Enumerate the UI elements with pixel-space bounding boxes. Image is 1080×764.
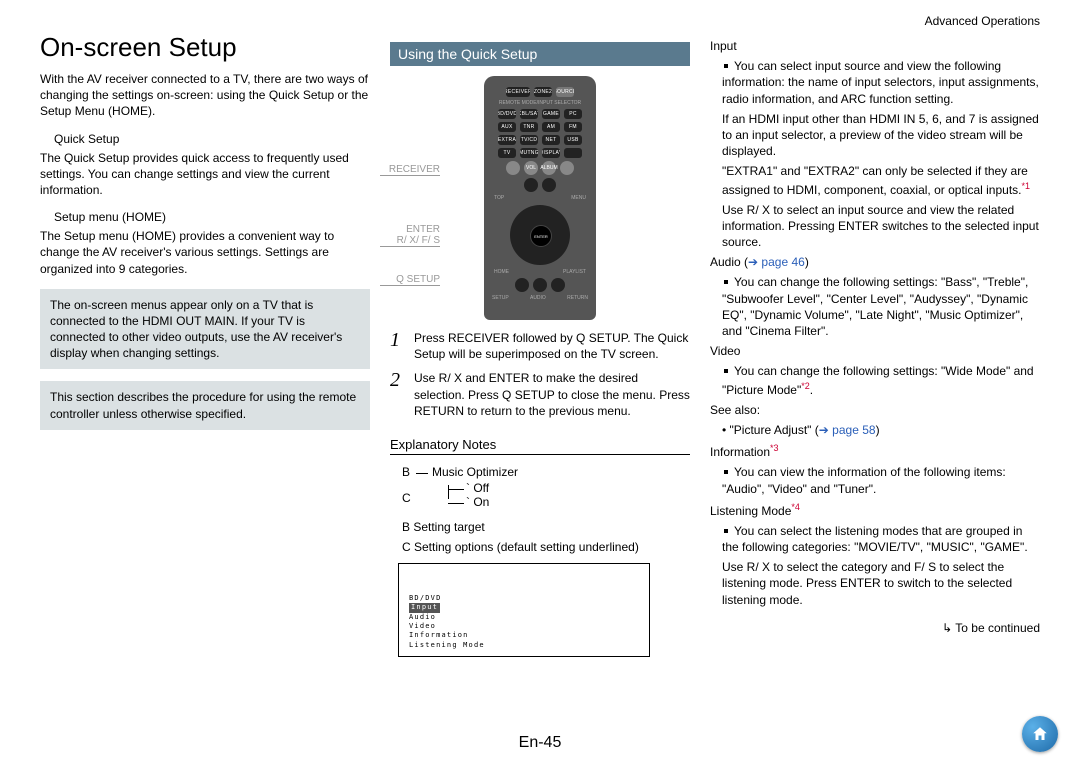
- osd-line-4: Video: [409, 622, 485, 631]
- step-1-number: 1: [390, 330, 406, 362]
- divider: [390, 454, 690, 455]
- audio-heading: Audio (➔ page 46): [710, 254, 1040, 270]
- remote-label-enter: ENTER R/ X/ F/ S: [380, 224, 440, 247]
- osd-line-3: Audio: [409, 613, 485, 622]
- column-left: On-screen Setup With the AV receiver con…: [40, 10, 370, 657]
- input-p4: Use R/ X to select an input source and v…: [722, 202, 1040, 251]
- example-line-b: Music Optimizer: [402, 465, 690, 479]
- setup-menu-body: The Setup menu (HOME) provides a conveni…: [40, 228, 370, 277]
- quick-setup-body: The Quick Setup provides quick access to…: [40, 150, 370, 199]
- quick-setup-banner: Using the Quick Setup: [390, 42, 690, 66]
- remote-illustration: RECEIVER ENTER R/ X/ F/ S Q SETUP RECEIV…: [450, 76, 630, 320]
- home-button[interactable]: [1022, 716, 1058, 752]
- osd-line-5: Information: [409, 631, 485, 640]
- page-title: On-screen Setup: [40, 32, 370, 63]
- step-1: 1 Press RECEIVER followed by Q SETUP. Th…: [390, 330, 690, 362]
- step-2: 2 Use R/ X and ENTER to make the desired…: [390, 370, 690, 419]
- to-be-continued: ↳ To be continued: [710, 620, 1040, 636]
- step-2-number: 2: [390, 370, 406, 419]
- remote-label-qsetup: Q SETUP: [380, 274, 440, 286]
- column-right: Input You can select input source and vi…: [710, 10, 1040, 657]
- osd-line-6: Listening Mode: [409, 641, 485, 650]
- osd-line-1: BD/DVD: [409, 594, 485, 603]
- legend-c: C Setting options (default setting under…: [402, 539, 690, 555]
- input-p1: You can select input source and view the…: [722, 58, 1040, 107]
- explanatory-notes-title: Explanatory Notes: [390, 437, 690, 452]
- note-box-2: This section describes the procedure for…: [40, 381, 370, 429]
- home-icon: [1031, 725, 1049, 743]
- setup-menu-heading: Setup menu (HOME): [54, 210, 370, 224]
- note-box-1: The on-screen menus appear only on a TV …: [40, 289, 370, 370]
- page-content: On-screen Setup With the AV receiver con…: [0, 0, 1080, 667]
- column-middle: Using the Quick Setup RECEIVER ENTER R/ …: [390, 10, 690, 657]
- audio-p1: You can change the following settings: "…: [722, 274, 1040, 339]
- video-heading: Video: [710, 343, 1040, 359]
- option-on: ` On: [464, 495, 690, 509]
- input-p3: "EXTRA1" and "EXTRA2" can only be select…: [722, 163, 1040, 197]
- input-p2: If an HDMI input other than HDMI IN 5, 6…: [722, 111, 1040, 160]
- input-heading: Input: [710, 38, 1040, 54]
- setting-example: Music Optimizer ` Off ` On: [402, 465, 690, 509]
- see-also: See also:: [710, 402, 1040, 418]
- option-off: ` Off: [464, 481, 690, 495]
- step-1-body: Press RECEIVER followed by Q SETUP. The …: [414, 330, 690, 362]
- remote-body: RECEIVERZONE2SOURCE REMOTE MODE/INPUT SE…: [484, 76, 596, 320]
- listening-mode-heading: Listening Mode*4: [710, 501, 1040, 519]
- page-number: En-45: [0, 734, 1080, 752]
- osd-preview: BD/DVD Input Audio Video Information Lis…: [398, 563, 650, 657]
- link-page-46[interactable]: ➔ page 46: [748, 255, 805, 269]
- information-p1: You can view the information of the foll…: [722, 464, 1040, 496]
- listening-mode-p2: Use R/ X to select the category and F/ S…: [722, 559, 1040, 608]
- information-heading: Information*3: [710, 442, 1040, 460]
- step-2-body: Use R/ X and ENTER to make the desired s…: [414, 370, 690, 419]
- intro-text: With the AV receiver connected to a TV, …: [40, 71, 370, 120]
- quick-setup-heading: Quick Setup: [54, 132, 370, 146]
- link-page-58[interactable]: ➔ page 58: [819, 423, 876, 437]
- remote-label-receiver: RECEIVER: [380, 164, 440, 176]
- osd-line-2: Input: [409, 603, 440, 612]
- video-p1: You can change the following settings: "…: [722, 363, 1040, 397]
- picture-adjust-line: • "Picture Adjust" (➔ page 58): [722, 422, 1040, 438]
- example-line-c: ` Off ` On: [402, 481, 690, 509]
- legend-b: B Setting target: [402, 519, 690, 535]
- header-section: Advanced Operations: [925, 14, 1040, 28]
- listening-mode-p1: You can select the listening modes that …: [722, 523, 1040, 555]
